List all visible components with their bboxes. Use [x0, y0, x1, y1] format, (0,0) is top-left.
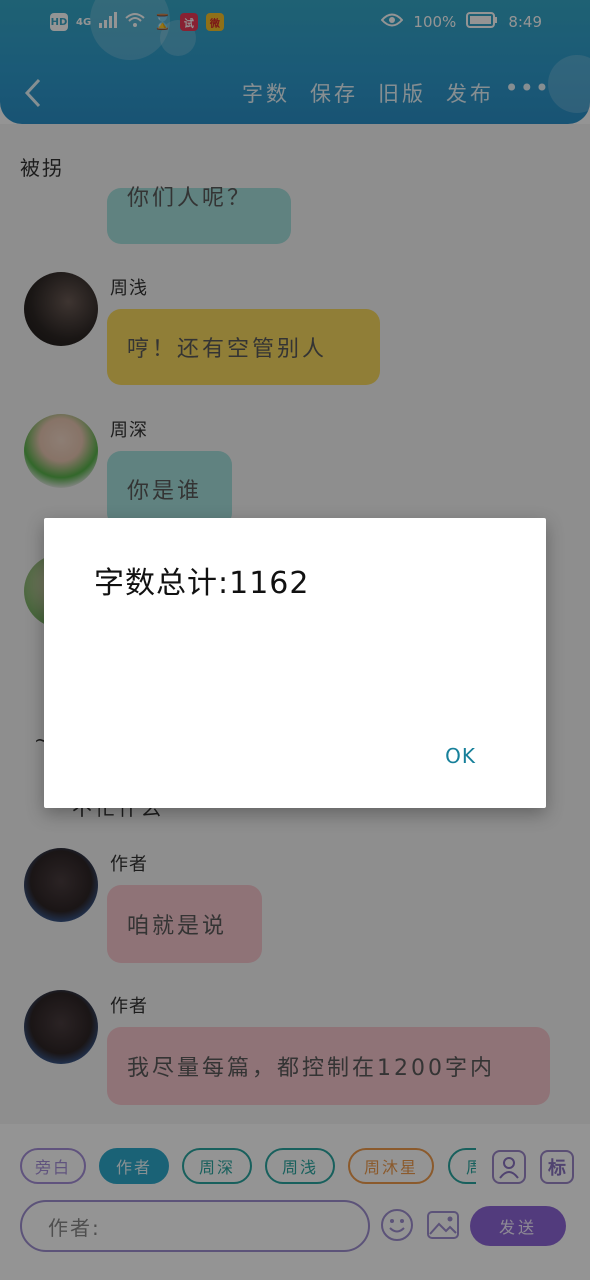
dialog-message: 字数总计:1162: [94, 566, 310, 601]
ok-button[interactable]: OK: [445, 744, 476, 768]
word-count-dialog: 字数总计:1162 OK: [44, 518, 546, 808]
